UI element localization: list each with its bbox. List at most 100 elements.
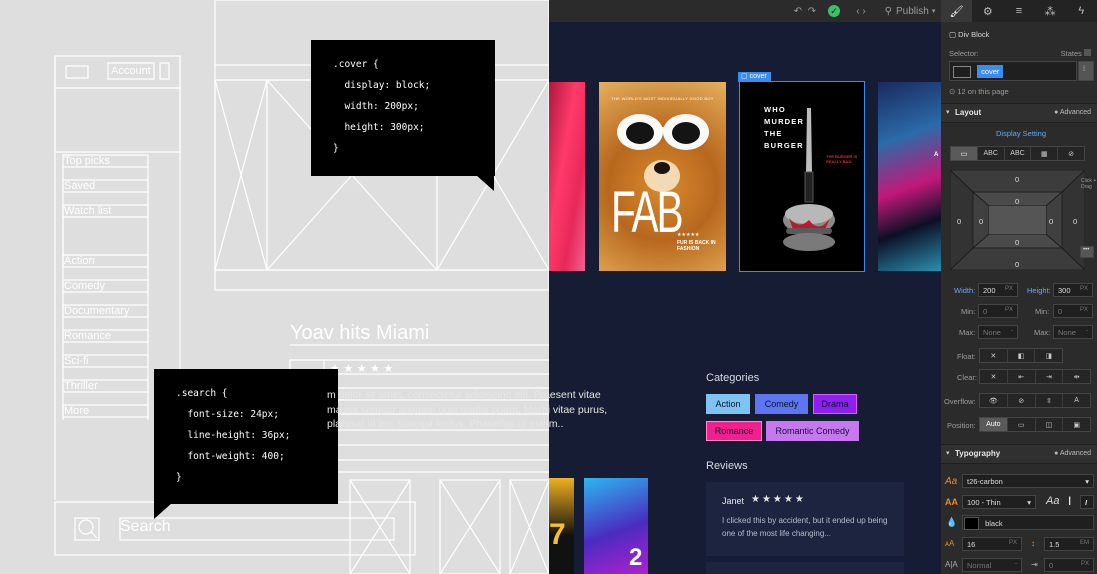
overflow-auto[interactable]: A (1063, 394, 1090, 407)
publish-button[interactable]: ⚲ Publish ▾ (881, 0, 939, 22)
font-weight-icon: AA (945, 497, 958, 507)
tag-action[interactable]: Action (706, 394, 750, 414)
wireframe-nav-item: Top picks (64, 155, 110, 167)
poster-bottom-2[interactable]: 2 (584, 478, 648, 574)
font-style-icon[interactable]: Aa (1046, 495, 1059, 507)
width-label: Width: (954, 286, 976, 295)
display-flex[interactable]: ▦ (1031, 147, 1059, 160)
letter-spacing-field[interactable]: Normal - (962, 558, 1022, 572)
overflow-scroll[interactable]: ⇳ (1036, 394, 1064, 407)
italic-toggle[interactable]: I (1080, 495, 1094, 509)
code-line: .cover { (333, 59, 379, 70)
wireframe-nav-item: Saved (64, 180, 96, 192)
design-canvas[interactable]: THE WORLD'S MOST INDIVIDUALLY GOOD BOY F… (549, 22, 941, 574)
clear-both[interactable]: ⇹ (1063, 370, 1090, 383)
box-model-editor[interactable] (950, 170, 1085, 270)
min-width-label: Min: (961, 307, 976, 316)
box-more-button[interactable]: ••• (1080, 246, 1094, 258)
typography-title: Typography (955, 449, 1001, 458)
check-icon[interactable]: ✓ (827, 0, 841, 22)
font-family-select[interactable]: t26-carbon ▾ (962, 474, 1094, 488)
tag-romance[interactable]: Romance (706, 421, 762, 441)
poster-pink[interactable] (549, 82, 585, 271)
poster-fab-stars: ★★★★★ (677, 232, 700, 238)
selector-field[interactable]: cover (949, 61, 1077, 81)
gear-icon[interactable]: ⚙ (972, 0, 1003, 22)
poster-bottom-1[interactable]: 7 (549, 478, 574, 574)
line-height-field[interactable]: 1.5 EM (1044, 537, 1094, 551)
clear-none[interactable]: ✕ (980, 370, 1008, 383)
wireframe-genre-item: More (64, 405, 90, 417)
layout-section-header[interactable]: ▾ Layout ● Advanced (941, 103, 1097, 123)
selector-label: Selector: (949, 49, 979, 58)
font-color-field[interactable]: black (962, 515, 1094, 530)
overflow-options: 👁 ⊘ ⇳ A (979, 393, 1091, 408)
tag-comedy[interactable]: Comedy (755, 394, 808, 414)
poster-burger[interactable]: WHO MURDER THE BURGER THE BURGER IS REAL… (739, 81, 865, 272)
max-height-field[interactable]: None - (1053, 325, 1093, 339)
layers-icon[interactable]: ≡ (1003, 0, 1034, 22)
font-weight-select[interactable]: 100 - Thin ▾ (962, 495, 1036, 509)
padding-top[interactable]: 0 (1015, 197, 1019, 206)
clear-left[interactable]: ⇤ (1008, 370, 1036, 383)
typography-section-header[interactable]: ▾ Typography ● Advanced (941, 444, 1097, 464)
code-tooltip-search-tail (154, 503, 172, 519)
overflow-hidden[interactable]: ⊘ (1008, 394, 1036, 407)
lightning-icon[interactable]: ϟ (1066, 0, 1097, 22)
margin-right[interactable]: 0 (1073, 217, 1077, 226)
display-none[interactable]: ⊘ (1058, 147, 1084, 160)
overflow-label: Overflow: (944, 397, 976, 406)
display-block[interactable]: ▭ (951, 147, 978, 160)
float-right[interactable]: ◨ (1035, 349, 1062, 362)
code-line: height: 300px; (333, 122, 425, 133)
poster-fab[interactable]: THE WORLD'S MOST INDIVIDUALLY GOOD BOY F… (599, 82, 726, 271)
undo-icon[interactable]: ↶ (791, 0, 805, 22)
redo-icon[interactable]: ↷ (805, 0, 819, 22)
sunglasses-icon (617, 114, 709, 150)
tag-romantic-comedy[interactable]: Romantic Comedy (766, 421, 859, 441)
position-auto[interactable]: Auto (980, 418, 1008, 431)
position-absolute[interactable]: ◫ (1036, 418, 1064, 431)
float-none[interactable]: ✕ (980, 349, 1008, 362)
wireframe-genre-item: Comedy (64, 280, 105, 292)
float-left[interactable]: ◧ (1008, 349, 1036, 362)
brush-icon[interactable]: 🖌 (941, 0, 973, 22)
text-cursor-icon[interactable]: I (1068, 494, 1071, 508)
review-card: Janet ★★★★★ I clicked this by accident, … (706, 482, 904, 556)
wireframe-pane: ★ ★ ★ ★ ★ Account Top picks Saved Watch li… (0, 0, 549, 574)
margin-bottom[interactable]: 0 (1015, 260, 1019, 269)
overflow-visible[interactable]: 👁 (980, 394, 1008, 407)
selected-element-badge[interactable]: ▢ cover (738, 72, 771, 82)
layout-advanced-toggle[interactable]: ● Advanced (1054, 109, 1091, 116)
states-label[interactable]: States (1061, 49, 1091, 58)
selector-options-button[interactable]: ⁞ (1078, 61, 1094, 81)
code-icon[interactable]: ‹ › (851, 0, 871, 22)
padding-right[interactable]: 0 (1049, 217, 1053, 226)
tag-drama[interactable]: Drama (813, 394, 857, 414)
min-width-field[interactable]: 0 PX (978, 304, 1018, 318)
float-options: ✕ ◧ ◨ (979, 348, 1063, 363)
display-inline-block[interactable]: ABC (978, 147, 1005, 160)
font-size-field[interactable]: 16 PX (962, 537, 1022, 551)
display-inline[interactable]: ABC (1005, 147, 1032, 160)
padding-bottom[interactable]: 0 (1015, 238, 1019, 247)
height-field[interactable]: 300 PX (1053, 283, 1093, 297)
margin-top[interactable]: 0 (1015, 175, 1019, 184)
clear-label: Clear: (957, 373, 978, 382)
code-line: .search { (176, 388, 228, 399)
padding-left[interactable]: 0 (979, 217, 983, 226)
margin-left[interactable]: 0 (957, 217, 961, 226)
min-height-field[interactable]: 0 PX (1053, 304, 1093, 318)
max-width-field[interactable]: None - (978, 325, 1018, 339)
poster-city[interactable]: A (878, 82, 941, 271)
selector-class-chip[interactable]: cover (977, 65, 1004, 78)
interactions-icon[interactable]: ⁂ (1035, 0, 1066, 22)
position-fixed[interactable]: ▣ (1063, 418, 1090, 431)
element-type: ▢ Div Block (949, 30, 990, 39)
position-relative[interactable]: ▭ (1008, 418, 1036, 431)
clear-options: ✕ ⇤ ⇥ ⇹ (979, 369, 1091, 384)
clear-right[interactable]: ⇥ (1036, 370, 1064, 383)
width-field[interactable]: 200 PX (978, 283, 1018, 297)
text-indent-field[interactable]: 0 PX (1044, 558, 1094, 572)
typography-advanced-toggle[interactable]: ● Advanced (1054, 450, 1091, 457)
